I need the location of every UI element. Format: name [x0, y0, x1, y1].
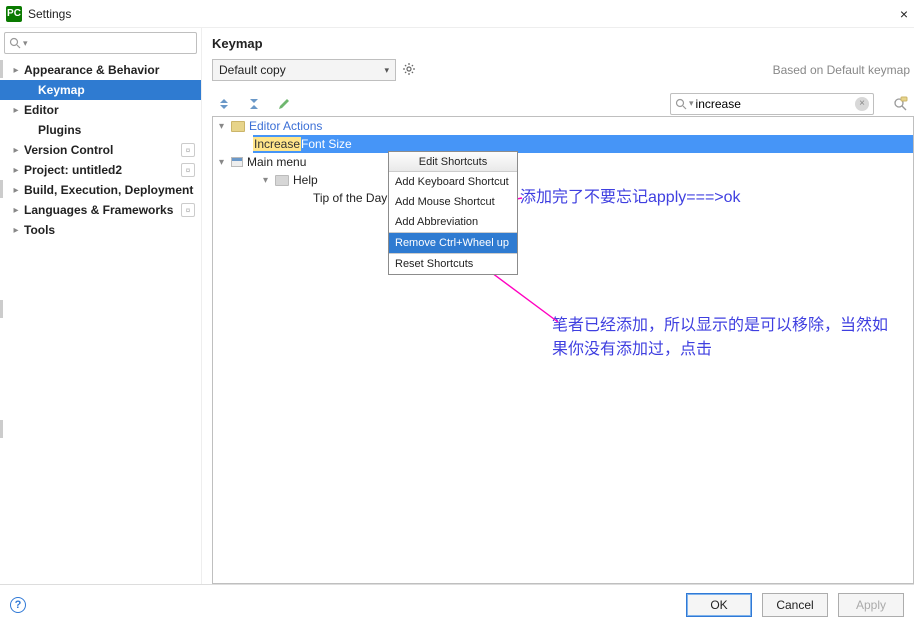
expand-icon: ▸: [10, 225, 22, 236]
search-icon: [9, 37, 21, 49]
sidebar-item-label: Keymap: [38, 83, 85, 97]
dialog-button-bar: ? OK Cancel Apply: [0, 584, 914, 624]
expand-icon: ▸: [10, 145, 22, 156]
tree-label: Main menu: [247, 155, 306, 169]
expand-all-icon[interactable]: [216, 96, 232, 112]
clear-search-icon[interactable]: ×: [855, 97, 869, 111]
settings-tree: ▸Appearance & BehaviorKeymap▸EditorPlugi…: [0, 58, 201, 584]
expand-icon: ▸: [10, 65, 22, 76]
match-highlight: Increase: [253, 137, 301, 151]
sidebar-item[interactable]: ▸Languages & Frameworks ¤: [0, 200, 201, 220]
edit-icon[interactable]: [276, 96, 292, 112]
sidebar-item[interactable]: Keymap: [0, 80, 201, 100]
sidebar-item-label: Languages & Frameworks: [24, 203, 173, 217]
context-menu-item[interactable]: Reset Shortcuts: [389, 254, 517, 274]
context-menu-item[interactable]: Add Abbreviation: [389, 212, 517, 232]
search-icon: [675, 98, 687, 110]
keymap-scheme-select[interactable]: Default copy ▾: [212, 59, 396, 81]
sidebar-item[interactable]: ▸Project: untitled2 ¤: [0, 160, 201, 180]
window-title: Settings: [28, 7, 71, 21]
sidebar-item[interactable]: Plugins: [0, 120, 201, 140]
tree-label: Help: [293, 173, 318, 187]
sidebar-item[interactable]: ▸Editor: [0, 100, 201, 120]
scheme-value: Default copy: [219, 63, 286, 77]
expand-icon: ▸: [10, 165, 22, 176]
tree-label: Editor Actions: [249, 119, 322, 133]
folder-icon: [275, 175, 289, 186]
close-icon[interactable]: ×: [900, 6, 908, 22]
tree-label: Font Size: [301, 137, 352, 151]
expand-icon: ▾: [219, 121, 231, 132]
sidebar-item-label: Version Control: [24, 143, 113, 157]
scrollbar-markers: [0, 60, 4, 624]
ok-button[interactable]: OK: [686, 593, 752, 617]
chevron-down-icon: ▾: [384, 65, 389, 76]
annotation-text: 笔者已经添加，所以显示的是可以移除，当然如果你没有添加过，点击: [552, 314, 896, 362]
sidebar-item[interactable]: ▸Build, Execution, Deployment: [0, 180, 201, 200]
page-title: Keymap: [212, 36, 914, 51]
cancel-button[interactable]: Cancel: [762, 593, 828, 617]
tree-row-increase-font[interactable]: Increase Font Size: [253, 135, 913, 153]
apply-button[interactable]: Apply: [838, 593, 904, 617]
project-badge-icon: ¤: [181, 143, 195, 157]
settings-sidebar: ▾ ▸Appearance & BehaviorKeymap▸EditorPlu…: [0, 28, 202, 584]
expand-icon: ▸: [10, 105, 22, 116]
help-icon[interactable]: ?: [10, 597, 26, 613]
sidebar-search-input[interactable]: ▾: [4, 32, 197, 54]
sidebar-item[interactable]: ▸Tools: [0, 220, 201, 240]
context-menu-item[interactable]: Remove Ctrl+Wheel up: [389, 233, 517, 253]
folder-icon: [231, 121, 245, 132]
sidebar-item-label: Plugins: [38, 123, 81, 137]
sidebar-item-label: Tools: [24, 223, 55, 237]
context-menu-item[interactable]: Add Mouse Shortcut: [389, 192, 517, 212]
tree-label: Tip of the Day: [313, 191, 387, 205]
sidebar-item-label: Build, Execution, Deployment: [24, 183, 193, 197]
project-badge-icon: ¤: [181, 203, 195, 217]
expand-icon: ▸: [10, 185, 22, 196]
annotation-text: 添加完了不要忘记apply===>ok: [520, 183, 741, 207]
sidebar-item[interactable]: ▸Appearance & Behavior: [0, 60, 201, 80]
settings-content: Keymap Default copy ▾ Based on Default k…: [202, 28, 914, 584]
based-on-label: Based on Default keymap: [773, 63, 910, 77]
expand-icon: ▾: [219, 157, 231, 168]
expand-icon: ▾: [263, 175, 275, 186]
collapse-all-icon[interactable]: [246, 96, 262, 112]
app-logo-icon: PC: [6, 6, 22, 22]
sidebar-item-label: Appearance & Behavior: [24, 63, 159, 77]
find-by-shortcut-icon[interactable]: [892, 96, 908, 112]
context-menu-item[interactable]: Add Keyboard Shortcut: [389, 172, 517, 192]
keymap-toolbar: ▾ ×: [212, 91, 914, 117]
sidebar-item-label: Editor: [24, 103, 59, 117]
project-badge-icon: ¤: [181, 163, 195, 177]
sidebar-item-label: Project: untitled2: [24, 163, 122, 177]
expand-icon: ▸: [10, 205, 22, 216]
context-menu: Edit Shortcuts Add Keyboard ShortcutAdd …: [388, 151, 518, 275]
tree-row-main-menu[interactable]: ▾ Main menu: [213, 153, 913, 171]
tree-row-editor-actions[interactable]: ▾ Editor Actions: [213, 117, 913, 135]
context-menu-title: Edit Shortcuts: [389, 152, 517, 172]
sidebar-item[interactable]: ▸Version Control ¤: [0, 140, 201, 160]
actions-search-input[interactable]: ▾ ×: [670, 93, 874, 115]
gear-icon[interactable]: [402, 62, 416, 79]
title-bar: PC Settings ×: [0, 0, 914, 28]
